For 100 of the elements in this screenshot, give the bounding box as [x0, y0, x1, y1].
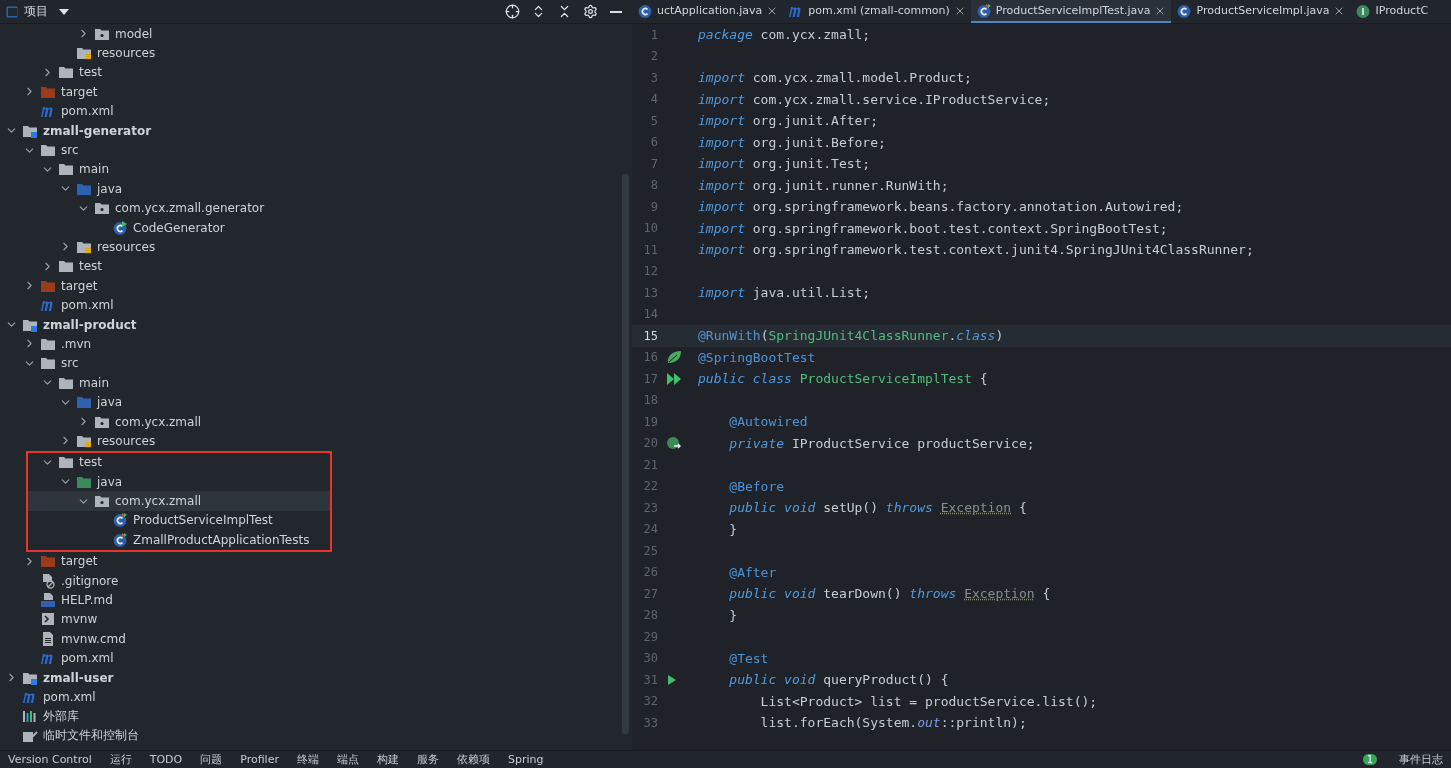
tool-window-button[interactable]: 端点 [336, 752, 359, 767]
folder-icon [40, 278, 56, 293]
line-number: 23 [642, 500, 658, 515]
folder-icon [58, 375, 74, 390]
line-number: 14 [642, 307, 658, 322]
tool-window-button[interactable]: 问题 [200, 752, 223, 767]
folder-icon [94, 201, 110, 216]
code-line: list.forEach(System.out::println); [759, 715, 1027, 731]
tree-item[interactable]: target [0, 276, 632, 296]
code-line: import com.ycx.zmall.model.Product; [698, 70, 972, 86]
class-icon [637, 2, 653, 19]
tree-item[interactable]: pom.xml [0, 295, 632, 315]
tree-item[interactable]: com.ycx.zmall.generator [0, 198, 632, 218]
code-line: public class ProductServiceImplTest { [698, 371, 988, 387]
tree-item[interactable]: zmall-generator [0, 120, 632, 141]
tool-window-button[interactable]: 服务 [416, 752, 439, 767]
line-number: 5 [649, 113, 658, 128]
folder-icon [94, 494, 110, 509]
tool-window-button[interactable]: Profiler [240, 753, 279, 766]
tree-item[interactable]: java [28, 472, 330, 492]
folder-icon [58, 65, 74, 80]
tree-item[interactable]: mvnw.cmd [0, 629, 632, 649]
tree-item[interactable]: main [0, 159, 632, 180]
line-number: 24 [642, 522, 658, 537]
tree-item[interactable]: ProductServiceImplTest [28, 510, 330, 531]
line-number: 15 [642, 328, 658, 343]
code-line: @Test [728, 650, 769, 666]
tree-item[interactable]: main [0, 373, 632, 393]
folder-icon [76, 433, 92, 448]
tree-item[interactable]: com.ycx.zmall [28, 491, 330, 511]
editor-tab[interactable]: pom.xml (zmall-common) [783, 0, 971, 23]
tree-item[interactable]: resources [0, 237, 632, 257]
run-icon[interactable] [666, 672, 678, 687]
class-icon [975, 2, 992, 19]
tree-item[interactable]: java [0, 179, 632, 199]
tree-item[interactable]: pom.xml [0, 101, 632, 121]
tree-item[interactable]: resources [0, 431, 632, 451]
tree-item[interactable]: java [0, 392, 632, 412]
tree-item[interactable]: target [0, 551, 632, 571]
code-line: @Before [728, 478, 785, 494]
code-line: } [728, 521, 738, 537]
folder-icon [76, 395, 92, 410]
line-number: 19 [642, 414, 658, 429]
interface-icon [1355, 2, 1372, 19]
code-line: import org.junit.runner.RunWith; [698, 177, 949, 193]
tree-item[interactable]: ZmallProductApplicationTests [28, 530, 330, 550]
folder-icon [94, 414, 110, 429]
editor-tab[interactable]: ProductServiceImpl.java [1171, 0, 1351, 23]
code-line: public void queryProduct() { [728, 672, 949, 688]
tree-item[interactable]: com.ycx.zmall [0, 411, 632, 432]
minimize-icon [610, 10, 622, 13]
line-number: 30 [642, 651, 658, 666]
tool-window-button[interactable]: 终端 [296, 752, 319, 767]
tree-item[interactable]: mvnw [0, 609, 632, 630]
tree-item[interactable]: .mvn [0, 334, 632, 354]
tool-window-button[interactable]: 构建 [376, 752, 399, 767]
tree-item[interactable]: pom.xml [0, 648, 632, 668]
code-line: package com.ycx.zmall; [698, 27, 871, 43]
tree-item[interactable]: src [0, 353, 632, 374]
editor-tab[interactable]: IProductC [1350, 0, 1434, 23]
tree-item[interactable]: src [0, 140, 632, 160]
leaf-icon [666, 350, 682, 365]
tool-window-button[interactable]: Version Control [8, 753, 92, 766]
tree-item[interactable]: HELP.md [0, 590, 632, 610]
tree-item[interactable]: 外部库 [0, 706, 632, 727]
tree-item[interactable]: CodeGenerator [0, 217, 632, 238]
class-icon [1176, 2, 1193, 19]
folder-icon [76, 474, 92, 489]
code-line: import java.util.List; [698, 285, 871, 301]
event-log-button[interactable]: 事件日志 [1399, 752, 1443, 767]
code-line: import org.springframework.test.context.junit4.SpringJUnit4ClassRunner; [698, 242, 1254, 258]
editor-tab[interactable]: ProductServiceImplTest.java [970, 0, 1172, 23]
tree-item[interactable]: test [0, 62, 632, 83]
tool-window-button[interactable]: Spring [507, 753, 544, 766]
tool-window-button[interactable]: TODO [149, 753, 183, 766]
folder-icon [22, 317, 38, 332]
tree-item[interactable]: zmall-product [0, 314, 632, 335]
tree-item[interactable]: target [0, 82, 632, 102]
tree-item[interactable]: .gitignore [0, 570, 632, 591]
scratch-icon [22, 728, 38, 743]
line-number: 21 [642, 457, 658, 472]
tree-item[interactable]: zmall-user [0, 667, 632, 688]
line-number: 25 [642, 543, 658, 558]
code-line: import org.springframework.beans.factory.annotation.Autowired; [698, 199, 1184, 215]
tree-item[interactable]: test [0, 256, 632, 277]
folder-icon [40, 84, 56, 99]
editor-tab[interactable]: uctApplication.java [632, 0, 784, 23]
line-number: 4 [649, 92, 658, 107]
tree-item[interactable]: test [28, 452, 330, 472]
tree-item[interactable]: 临时文件和控制台 [0, 726, 632, 746]
tree-item[interactable]: resources [0, 43, 632, 63]
tool-window-button[interactable]: 运行 [109, 752, 132, 767]
code-line: public void tearDown() throws Exception { [728, 586, 1051, 602]
folder-icon [40, 336, 56, 351]
tool-window-button[interactable]: 依赖项 [456, 752, 490, 767]
code-line: import org.junit.Before; [698, 134, 886, 150]
tree-item[interactable]: model [0, 24, 632, 44]
run-all-icon[interactable] [666, 371, 682, 386]
tree-item[interactable]: pom.xml [0, 687, 632, 707]
line-number: 26 [642, 565, 658, 580]
